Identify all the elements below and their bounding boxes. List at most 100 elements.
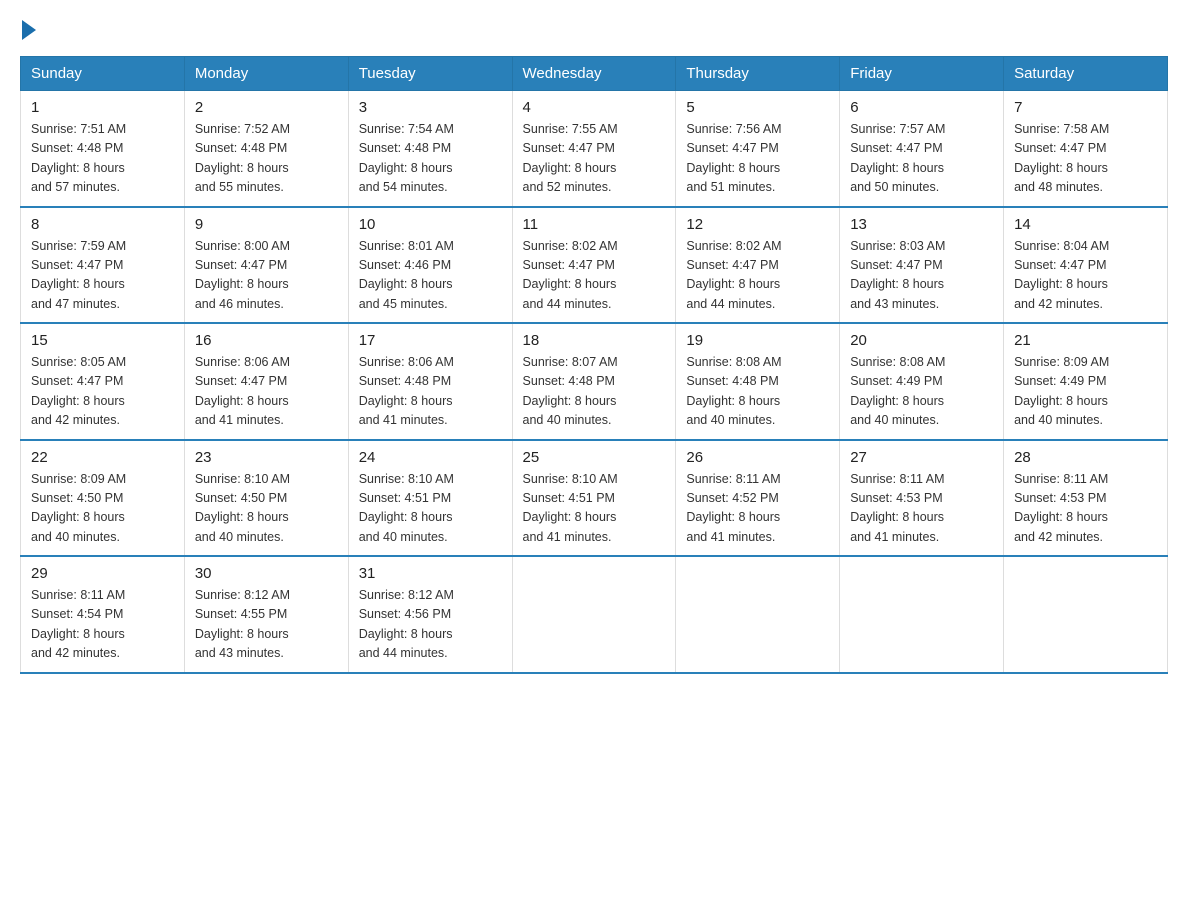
day-info: Sunrise: 8:12 AMSunset: 4:56 PMDaylight:… xyxy=(359,586,502,664)
week-row-2: 8 Sunrise: 7:59 AMSunset: 4:47 PMDayligh… xyxy=(21,207,1168,324)
day-number: 1 xyxy=(31,99,174,116)
day-number: 2 xyxy=(195,99,338,116)
calendar-cell: 6 Sunrise: 7:57 AMSunset: 4:47 PMDayligh… xyxy=(840,91,1004,207)
day-number: 12 xyxy=(686,216,829,233)
calendar-cell: 22 Sunrise: 8:09 AMSunset: 4:50 PMDaylig… xyxy=(21,440,185,557)
day-info: Sunrise: 8:11 AMSunset: 4:53 PMDaylight:… xyxy=(850,470,993,548)
day-info: Sunrise: 8:07 AMSunset: 4:48 PMDaylight:… xyxy=(523,353,666,431)
day-info: Sunrise: 8:02 AMSunset: 4:47 PMDaylight:… xyxy=(523,237,666,315)
day-info: Sunrise: 8:02 AMSunset: 4:47 PMDaylight:… xyxy=(686,237,829,315)
day-number: 8 xyxy=(31,216,174,233)
calendar-cell: 3 Sunrise: 7:54 AMSunset: 4:48 PMDayligh… xyxy=(348,91,512,207)
week-row-3: 15 Sunrise: 8:05 AMSunset: 4:47 PMDaylig… xyxy=(21,323,1168,440)
calendar-cell: 10 Sunrise: 8:01 AMSunset: 4:46 PMDaylig… xyxy=(348,207,512,324)
day-info: Sunrise: 8:11 AMSunset: 4:53 PMDaylight:… xyxy=(1014,470,1157,548)
logo-arrow-icon xyxy=(22,20,36,40)
day-info: Sunrise: 8:00 AMSunset: 4:47 PMDaylight:… xyxy=(195,237,338,315)
day-number: 28 xyxy=(1014,449,1157,466)
day-number: 29 xyxy=(31,565,174,582)
day-info: Sunrise: 7:54 AMSunset: 4:48 PMDaylight:… xyxy=(359,120,502,198)
day-info: Sunrise: 8:09 AMSunset: 4:49 PMDaylight:… xyxy=(1014,353,1157,431)
calendar-cell xyxy=(676,556,840,673)
calendar-cell: 17 Sunrise: 8:06 AMSunset: 4:48 PMDaylig… xyxy=(348,323,512,440)
week-row-5: 29 Sunrise: 8:11 AMSunset: 4:54 PMDaylig… xyxy=(21,556,1168,673)
day-info: Sunrise: 7:58 AMSunset: 4:47 PMDaylight:… xyxy=(1014,120,1157,198)
day-number: 26 xyxy=(686,449,829,466)
calendar-cell: 14 Sunrise: 8:04 AMSunset: 4:47 PMDaylig… xyxy=(1004,207,1168,324)
day-info: Sunrise: 8:06 AMSunset: 4:48 PMDaylight:… xyxy=(359,353,502,431)
calendar-cell: 15 Sunrise: 8:05 AMSunset: 4:47 PMDaylig… xyxy=(21,323,185,440)
day-number: 22 xyxy=(31,449,174,466)
calendar-cell: 7 Sunrise: 7:58 AMSunset: 4:47 PMDayligh… xyxy=(1004,91,1168,207)
calendar-cell: 29 Sunrise: 8:11 AMSunset: 4:54 PMDaylig… xyxy=(21,556,185,673)
day-info: Sunrise: 8:09 AMSunset: 4:50 PMDaylight:… xyxy=(31,470,174,548)
day-number: 6 xyxy=(850,99,993,116)
calendar-cell xyxy=(1004,556,1168,673)
header-monday: Monday xyxy=(184,57,348,91)
day-number: 19 xyxy=(686,332,829,349)
week-row-1: 1 Sunrise: 7:51 AMSunset: 4:48 PMDayligh… xyxy=(21,91,1168,207)
calendar-cell: 19 Sunrise: 8:08 AMSunset: 4:48 PMDaylig… xyxy=(676,323,840,440)
day-info: Sunrise: 8:08 AMSunset: 4:49 PMDaylight:… xyxy=(850,353,993,431)
day-info: Sunrise: 8:10 AMSunset: 4:51 PMDaylight:… xyxy=(523,470,666,548)
day-number: 18 xyxy=(523,332,666,349)
day-info: Sunrise: 8:03 AMSunset: 4:47 PMDaylight:… xyxy=(850,237,993,315)
calendar-cell: 18 Sunrise: 8:07 AMSunset: 4:48 PMDaylig… xyxy=(512,323,676,440)
day-info: Sunrise: 8:01 AMSunset: 4:46 PMDaylight:… xyxy=(359,237,502,315)
day-info: Sunrise: 8:10 AMSunset: 4:50 PMDaylight:… xyxy=(195,470,338,548)
day-number: 17 xyxy=(359,332,502,349)
day-number: 10 xyxy=(359,216,502,233)
calendar-cell: 11 Sunrise: 8:02 AMSunset: 4:47 PMDaylig… xyxy=(512,207,676,324)
calendar-cell: 9 Sunrise: 8:00 AMSunset: 4:47 PMDayligh… xyxy=(184,207,348,324)
calendar-cell: 24 Sunrise: 8:10 AMSunset: 4:51 PMDaylig… xyxy=(348,440,512,557)
calendar-cell: 5 Sunrise: 7:56 AMSunset: 4:47 PMDayligh… xyxy=(676,91,840,207)
calendar-cell: 20 Sunrise: 8:08 AMSunset: 4:49 PMDaylig… xyxy=(840,323,1004,440)
day-number: 30 xyxy=(195,565,338,582)
day-info: Sunrise: 8:11 AMSunset: 4:52 PMDaylight:… xyxy=(686,470,829,548)
calendar-cell xyxy=(512,556,676,673)
calendar-cell: 25 Sunrise: 8:10 AMSunset: 4:51 PMDaylig… xyxy=(512,440,676,557)
day-number: 13 xyxy=(850,216,993,233)
page-header xyxy=(20,20,1168,40)
header-saturday: Saturday xyxy=(1004,57,1168,91)
day-info: Sunrise: 8:08 AMSunset: 4:48 PMDaylight:… xyxy=(686,353,829,431)
calendar-cell: 30 Sunrise: 8:12 AMSunset: 4:55 PMDaylig… xyxy=(184,556,348,673)
calendar-cell: 27 Sunrise: 8:11 AMSunset: 4:53 PMDaylig… xyxy=(840,440,1004,557)
header-wednesday: Wednesday xyxy=(512,57,676,91)
day-info: Sunrise: 7:51 AMSunset: 4:48 PMDaylight:… xyxy=(31,120,174,198)
day-number: 31 xyxy=(359,565,502,582)
day-number: 21 xyxy=(1014,332,1157,349)
header-friday: Friday xyxy=(840,57,1004,91)
calendar-cell: 16 Sunrise: 8:06 AMSunset: 4:47 PMDaylig… xyxy=(184,323,348,440)
day-number: 11 xyxy=(523,216,666,233)
day-number: 4 xyxy=(523,99,666,116)
day-number: 24 xyxy=(359,449,502,466)
logo xyxy=(20,20,38,40)
day-info: Sunrise: 8:12 AMSunset: 4:55 PMDaylight:… xyxy=(195,586,338,664)
calendar-cell: 21 Sunrise: 8:09 AMSunset: 4:49 PMDaylig… xyxy=(1004,323,1168,440)
week-row-4: 22 Sunrise: 8:09 AMSunset: 4:50 PMDaylig… xyxy=(21,440,1168,557)
day-info: Sunrise: 7:52 AMSunset: 4:48 PMDaylight:… xyxy=(195,120,338,198)
day-number: 23 xyxy=(195,449,338,466)
calendar-cell: 1 Sunrise: 7:51 AMSunset: 4:48 PMDayligh… xyxy=(21,91,185,207)
day-number: 27 xyxy=(850,449,993,466)
calendar-cell: 4 Sunrise: 7:55 AMSunset: 4:47 PMDayligh… xyxy=(512,91,676,207)
calendar-cell: 8 Sunrise: 7:59 AMSunset: 4:47 PMDayligh… xyxy=(21,207,185,324)
day-info: Sunrise: 7:59 AMSunset: 4:47 PMDaylight:… xyxy=(31,237,174,315)
day-info: Sunrise: 8:11 AMSunset: 4:54 PMDaylight:… xyxy=(31,586,174,664)
day-number: 9 xyxy=(195,216,338,233)
day-number: 5 xyxy=(686,99,829,116)
header-tuesday: Tuesday xyxy=(348,57,512,91)
day-info: Sunrise: 7:55 AMSunset: 4:47 PMDaylight:… xyxy=(523,120,666,198)
day-info: Sunrise: 7:56 AMSunset: 4:47 PMDaylight:… xyxy=(686,120,829,198)
day-number: 25 xyxy=(523,449,666,466)
calendar-cell: 2 Sunrise: 7:52 AMSunset: 4:48 PMDayligh… xyxy=(184,91,348,207)
calendar-cell: 12 Sunrise: 8:02 AMSunset: 4:47 PMDaylig… xyxy=(676,207,840,324)
header-sunday: Sunday xyxy=(21,57,185,91)
calendar-cell: 31 Sunrise: 8:12 AMSunset: 4:56 PMDaylig… xyxy=(348,556,512,673)
header-row: SundayMondayTuesdayWednesdayThursdayFrid… xyxy=(21,57,1168,91)
calendar-cell xyxy=(840,556,1004,673)
calendar-cell: 28 Sunrise: 8:11 AMSunset: 4:53 PMDaylig… xyxy=(1004,440,1168,557)
day-info: Sunrise: 8:05 AMSunset: 4:47 PMDaylight:… xyxy=(31,353,174,431)
header-thursday: Thursday xyxy=(676,57,840,91)
